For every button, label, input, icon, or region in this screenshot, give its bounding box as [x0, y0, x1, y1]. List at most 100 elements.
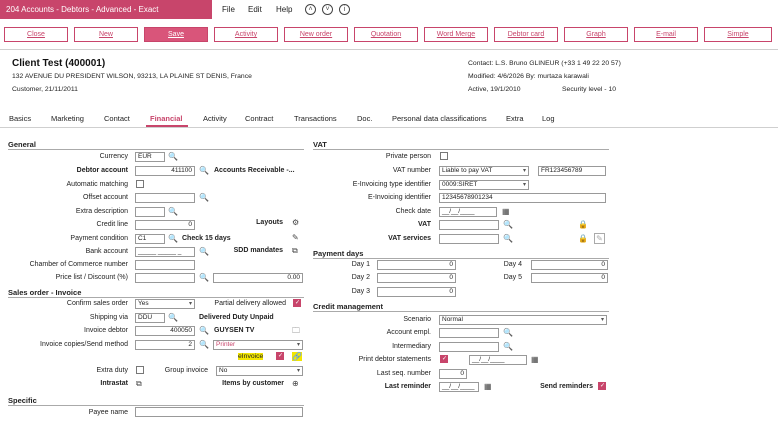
email-button[interactable]: E-mail	[634, 27, 698, 42]
tab-contract[interactable]: Contract	[245, 114, 273, 123]
tab-extra[interactable]: Extra	[506, 114, 524, 123]
send-reminders-checkbox[interactable]	[598, 382, 606, 390]
lookup-icon[interactable]: 🔍	[199, 340, 209, 349]
currency-input[interactable]: EUR	[135, 152, 165, 162]
einv-type-select[interactable]: 0009:SIRET	[439, 180, 529, 190]
tab-log[interactable]: Log	[542, 114, 555, 123]
debtor-account-input[interactable]: 411100	[135, 166, 195, 176]
vat-services-input[interactable]	[439, 234, 499, 244]
vat-input[interactable]	[439, 220, 499, 230]
debtor-card-button[interactable]: Debtor card	[494, 27, 558, 42]
day3-input[interactable]: 0	[377, 287, 456, 297]
lookup-icon[interactable]: 🔍	[168, 207, 178, 216]
graph-button[interactable]: Graph	[564, 27, 628, 42]
currency-label: Currency	[99, 153, 128, 160]
activity-button[interactable]: Activity	[214, 27, 278, 42]
lookup-icon[interactable]: 🔍	[168, 152, 178, 161]
check-date-input[interactable]: __/__/____	[439, 207, 497, 217]
tab-transactions[interactable]: Transactions	[294, 114, 337, 123]
tab-marketing[interactable]: Marketing	[51, 114, 84, 123]
vat-number-input[interactable]: FR123456789	[538, 166, 606, 176]
tab-personal-data[interactable]: Personal data classifications	[392, 114, 487, 123]
print-statements-date[interactable]: __/__/____	[469, 355, 527, 365]
folder-icon[interactable]: 🗀	[292, 326, 300, 335]
lookup-icon[interactable]: 🔍	[199, 193, 209, 202]
offset-account-input[interactable]	[135, 193, 195, 203]
discount-input[interactable]: 0.00	[213, 273, 303, 283]
vat-liability-select[interactable]: Liable to pay VAT	[439, 166, 529, 176]
invoice-copies-input[interactable]: 2	[135, 340, 195, 350]
payee-name-input[interactable]	[135, 407, 303, 417]
einv-id-input[interactable]: 12345678901234	[439, 193, 606, 203]
debtor-account-desc: Accounts Receivable -...	[214, 167, 295, 174]
shipping-via-input[interactable]: DDU	[135, 313, 165, 323]
confirm-sales-select[interactable]: Yes	[135, 299, 195, 309]
payment-condition-input[interactable]: C1	[135, 234, 165, 244]
day5-input[interactable]: 0	[531, 273, 608, 283]
chevron-down-icon[interactable]: ˅	[322, 4, 333, 15]
lookup-icon[interactable]: 🔍	[199, 273, 209, 282]
lookup-icon[interactable]: 🔍	[503, 234, 513, 243]
open-external-icon[interactable]: ⧉	[292, 246, 298, 255]
gear-icon[interactable]: ⚙	[292, 218, 299, 227]
private-person-checkbox[interactable]	[440, 152, 448, 160]
day2-input[interactable]: 0	[377, 273, 456, 283]
lookup-icon[interactable]: 🔍	[168, 313, 178, 322]
bank-account-input[interactable]: _____ _____ _	[135, 247, 195, 257]
tab-basics[interactable]: Basics	[9, 114, 31, 123]
menu-edit[interactable]: Edit	[248, 5, 262, 14]
calendar-icon[interactable]: ▦	[502, 207, 510, 216]
einvoice-checkbox[interactable]	[276, 352, 284, 360]
attachment-icon[interactable]: 🔗	[292, 352, 302, 361]
info-icon[interactable]: i	[339, 4, 350, 15]
intermediary-label: Intermediary	[392, 343, 431, 350]
new-button[interactable]: New	[74, 27, 138, 42]
target-icon[interactable]: ⊕	[292, 379, 299, 388]
coc-input[interactable]	[135, 260, 195, 270]
lookup-icon[interactable]: 🔍	[503, 342, 513, 351]
scenario-label: Scenario	[403, 316, 431, 323]
extra-duty-checkbox[interactable]	[136, 366, 144, 374]
lookup-icon[interactable]: 🔍	[168, 234, 178, 243]
price-list-input[interactable]	[135, 273, 195, 283]
menu-help[interactable]: Help	[276, 5, 292, 14]
day4-input[interactable]: 0	[531, 260, 608, 270]
partial-delivery-checkbox[interactable]	[293, 299, 301, 307]
last-seq-input[interactable]: 0	[439, 369, 467, 379]
menu-file[interactable]: File	[222, 5, 235, 14]
lookup-icon[interactable]: 🔍	[199, 247, 209, 256]
tab-activity[interactable]: Activity	[203, 114, 227, 123]
chevron-up-icon[interactable]: ˄	[305, 4, 316, 15]
day1-input[interactable]: 0	[377, 260, 456, 270]
tab-contact[interactable]: Contact	[104, 114, 130, 123]
toolbar: Close New Save Activity New order Quotat…	[0, 24, 778, 44]
tab-financial[interactable]: Financial	[150, 114, 183, 123]
quotation-button[interactable]: Quotation	[354, 27, 418, 42]
last-reminder-date[interactable]: __/__/____	[439, 382, 479, 392]
scenario-select[interactable]: Normal	[439, 315, 607, 325]
calendar-icon[interactable]: ▦	[531, 355, 539, 364]
credit-line-input[interactable]: 0	[135, 220, 195, 230]
extra-description-input[interactable]	[135, 207, 165, 217]
invoice-debtor-input[interactable]: 400050	[135, 326, 195, 336]
intermediary-input[interactable]	[439, 342, 499, 352]
group-invoice-select[interactable]: No	[216, 366, 303, 376]
edit-icon[interactable]: ✎	[594, 233, 605, 244]
open-external-icon[interactable]: ⧉	[136, 379, 142, 388]
new-order-button[interactable]: New order	[284, 27, 348, 42]
lookup-icon[interactable]: 🔍	[199, 326, 209, 335]
account-empl-input[interactable]	[439, 328, 499, 338]
pencil-icon[interactable]: ✎	[292, 233, 299, 242]
print-statements-checkbox[interactable]	[440, 355, 448, 363]
word-merge-button[interactable]: Word Merge	[424, 27, 488, 42]
lookup-icon[interactable]: 🔍	[199, 166, 209, 175]
close-button[interactable]: Close	[4, 27, 68, 42]
auto-matching-checkbox[interactable]	[136, 180, 144, 188]
tab-doc[interactable]: Doc.	[357, 114, 372, 123]
lookup-icon[interactable]: 🔍	[503, 328, 513, 337]
calendar-icon[interactable]: ▦	[484, 382, 492, 391]
lookup-icon[interactable]: 🔍	[503, 220, 513, 229]
send-method-select[interactable]: Printer	[213, 340, 303, 350]
save-button[interactable]: Save	[144, 27, 208, 42]
simple-button[interactable]: Simple	[704, 27, 772, 42]
